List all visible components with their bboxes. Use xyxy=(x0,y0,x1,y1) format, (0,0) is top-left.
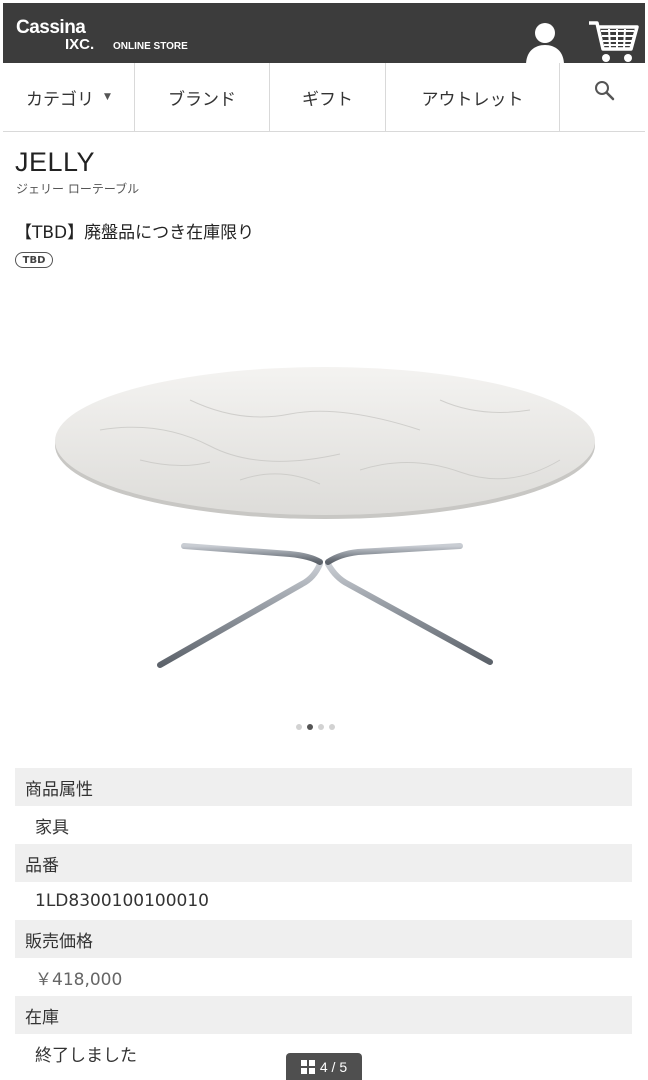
cart-icon[interactable] xyxy=(587,17,639,65)
discontinued-notice: 【TBD】廃盤品につき在庫限り xyxy=(15,223,255,243)
nav-item-outlet[interactable]: アウトレット xyxy=(386,63,560,131)
nav-item-label: カテゴリ xyxy=(26,89,95,110)
price-value: ￥418,000 xyxy=(35,969,123,990)
logo-sub[interactable]: IXC. xyxy=(65,36,94,53)
main-nav: カテゴリ ▼ ブランド ギフト アウトレット xyxy=(3,63,645,132)
spec-value: 1LD8300100100010 xyxy=(35,891,209,911)
nav-item-label: アウトレット xyxy=(421,89,524,110)
nav-item-brand[interactable]: ブランド xyxy=(135,63,270,131)
spec-label: 商品属性 xyxy=(15,768,632,806)
nav-item-label: ブランド xyxy=(168,89,236,110)
gallery-pagination xyxy=(296,724,335,730)
nav-item-label: ギフト xyxy=(302,89,353,110)
product-subtitle: ジェリー ローテーブル xyxy=(16,182,140,196)
spec-label: 品番 xyxy=(15,844,632,882)
gallery-dot[interactable] xyxy=(296,724,302,730)
user-icon[interactable] xyxy=(523,21,567,65)
product-title: JELLY xyxy=(15,147,96,177)
grid-icon xyxy=(300,1059,315,1074)
image-counter-label: 4 / 5 xyxy=(319,1058,348,1075)
spec-label: 販売価格 xyxy=(15,920,632,958)
gallery-dot-active[interactable] xyxy=(307,724,313,730)
nav-item-category[interactable]: カテゴリ ▼ xyxy=(3,63,135,131)
chevron-down-icon: ▼ xyxy=(104,92,111,102)
spec-value: 家具 xyxy=(35,817,69,838)
nav-item-gift[interactable]: ギフト xyxy=(270,63,386,131)
spec-label: 在庫 xyxy=(15,996,632,1034)
gallery-dot[interactable] xyxy=(329,724,335,730)
site-header: Cassina IXC. ONLINE STORE xyxy=(3,3,645,65)
status-badge: TBD xyxy=(15,252,53,268)
image-counter[interactable]: 4 / 5 xyxy=(286,1053,362,1080)
gallery-dot[interactable] xyxy=(318,724,324,730)
search-icon[interactable] xyxy=(593,79,615,101)
spec-table: 商品属性 家具 品番 1LD8300100100010 販売価格 ￥418,00… xyxy=(15,768,632,1072)
logo-store-label: ONLINE STORE xyxy=(113,41,188,52)
product-image[interactable] xyxy=(40,350,610,690)
